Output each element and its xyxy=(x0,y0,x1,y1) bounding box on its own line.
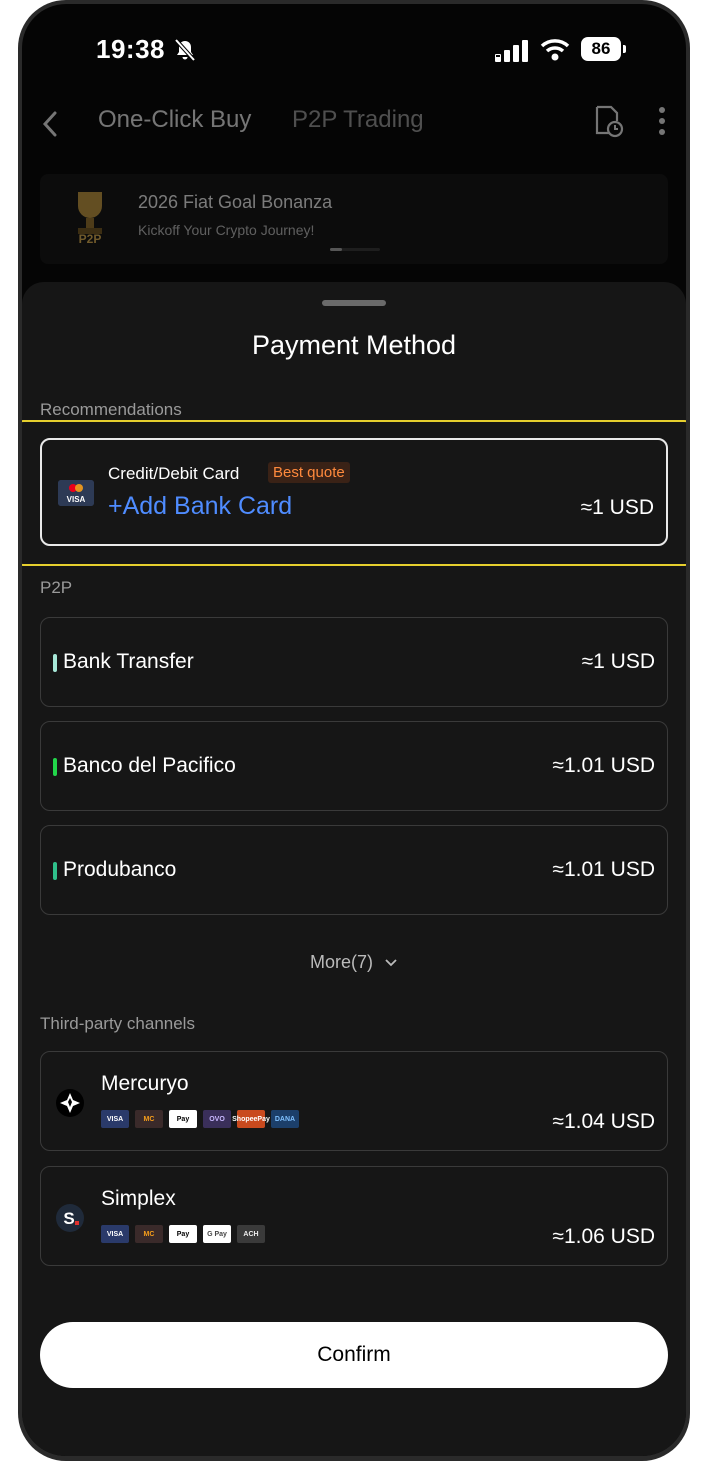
banner-subtitle: Kickoff Your Crypto Journey! xyxy=(138,222,315,238)
payment-brand-chips: VISA MC Pay OVO ShopeePay DANA xyxy=(101,1110,299,1128)
more-methods-toggle[interactable]: More(7) xyxy=(22,952,686,973)
banner-title: 2026 Fiat Goal Bonanza xyxy=(138,192,333,212)
chevron-down-icon xyxy=(385,959,397,967)
card-brand-icon: VISA xyxy=(58,480,94,506)
payment-method-sheet: Payment Method Recommendations VISA Cred… xyxy=(22,282,686,1456)
channel-price: ≈1.06 USD xyxy=(552,1225,655,1248)
simplex-logo-icon: S xyxy=(56,1204,84,1232)
signal-icon xyxy=(495,40,528,62)
payment-brand-chip: ACH xyxy=(237,1225,265,1243)
svg-text:S: S xyxy=(63,1209,74,1228)
method-name: Produbanco xyxy=(63,858,177,881)
bell-muted-icon xyxy=(174,38,196,62)
payment-brand-chip: ShopeePay xyxy=(232,1110,270,1128)
banner-pagination xyxy=(330,248,380,251)
order-history-icon[interactable] xyxy=(594,104,624,138)
battery-tip xyxy=(623,45,626,53)
tab-one-click-buy[interactable]: One-Click Buy xyxy=(98,106,251,134)
channel-price: ≈1.04 USD xyxy=(552,1110,655,1133)
p2p-label: P2P xyxy=(40,578,73,597)
trophy-icon: P2P xyxy=(78,192,102,244)
payment-brand-chip: OVO xyxy=(203,1110,231,1128)
method-name: Bank Transfer xyxy=(63,650,194,673)
third-party-label: Third-party channels xyxy=(40,1014,195,1033)
best-quote-badge: Best quote xyxy=(268,462,350,483)
credit-debit-label: Credit/Debit Card xyxy=(108,464,240,483)
method-price: ≈1.01 USD xyxy=(552,858,655,881)
screen: 19:38 86 One-Click Buy P2P Trading P2P 2… xyxy=(22,4,686,1456)
back-arrow-icon[interactable] xyxy=(42,110,58,138)
third-party-option[interactable]: S Simplex VISA MC Pay G Pay ACH ≈1.06 USD xyxy=(40,1166,668,1266)
status-time: 19:38 xyxy=(96,34,165,64)
payment-brand-chip: Pay xyxy=(169,1225,197,1243)
third-party-option[interactable]: Mercuryo VISA MC Pay OVO ShopeePay DANA ≈1.04 U… xyxy=(40,1051,668,1151)
card-brand-text: VISA xyxy=(67,495,86,504)
method-price: ≈1.01 USD xyxy=(552,754,655,777)
more-vertical-icon[interactable] xyxy=(658,106,666,136)
add-bank-card-link[interactable]: +Add Bank Card xyxy=(108,492,292,521)
wifi-icon xyxy=(540,39,570,61)
channel-name: Simplex xyxy=(101,1187,176,1210)
battery-indicator: 86 xyxy=(581,37,621,61)
payment-brand-chips: VISA MC Pay G Pay ACH xyxy=(101,1225,265,1243)
payment-brand-chip: Pay xyxy=(169,1110,197,1128)
credit-debit-card-option[interactable]: VISA Credit/Debit Card Best quote +Add B… xyxy=(40,438,668,546)
p2p-method-option[interactable]: Bank Transfer ≈1 USD xyxy=(40,617,668,707)
tab-p2p-trading[interactable]: P2P Trading xyxy=(292,106,424,134)
p2p-method-option[interactable]: Produbanco ≈1.01 USD xyxy=(40,825,668,915)
payment-brand-chip: G Pay xyxy=(203,1225,231,1243)
more-methods-label: More(7) xyxy=(309,952,373,972)
recommendations-label: Recommendations xyxy=(40,400,182,419)
mercuryo-logo-icon xyxy=(56,1089,84,1117)
banner-logo-text: P2P xyxy=(79,232,102,244)
confirm-button[interactable]: Confirm xyxy=(40,1322,668,1388)
channel-name: Mercuryo xyxy=(101,1072,189,1095)
sheet-title: Payment Method xyxy=(251,330,457,360)
method-name: Banco del Pacifico xyxy=(63,754,236,777)
header: One-Click Buy P2P Trading xyxy=(22,90,686,150)
method-accent-bar xyxy=(53,758,57,776)
payment-brand-chip: VISA xyxy=(101,1110,129,1128)
recommended-price: ≈1 USD xyxy=(580,496,654,519)
method-accent-bar xyxy=(53,654,57,672)
method-price: ≈1 USD xyxy=(581,650,655,673)
payment-brand-chip: DANA xyxy=(271,1110,299,1128)
sheet-drag-handle[interactable] xyxy=(322,300,386,306)
payment-brand-chip: MC xyxy=(135,1225,163,1243)
method-accent-bar xyxy=(53,862,57,880)
payment-brand-chip: MC xyxy=(135,1110,163,1128)
p2p-method-option[interactable]: Banco del Pacifico ≈1.01 USD xyxy=(40,721,668,811)
promo-banner[interactable]: P2P 2026 Fiat Goal Bonanza Kickoff Your … xyxy=(40,174,668,264)
payment-brand-chip: VISA xyxy=(101,1225,129,1243)
